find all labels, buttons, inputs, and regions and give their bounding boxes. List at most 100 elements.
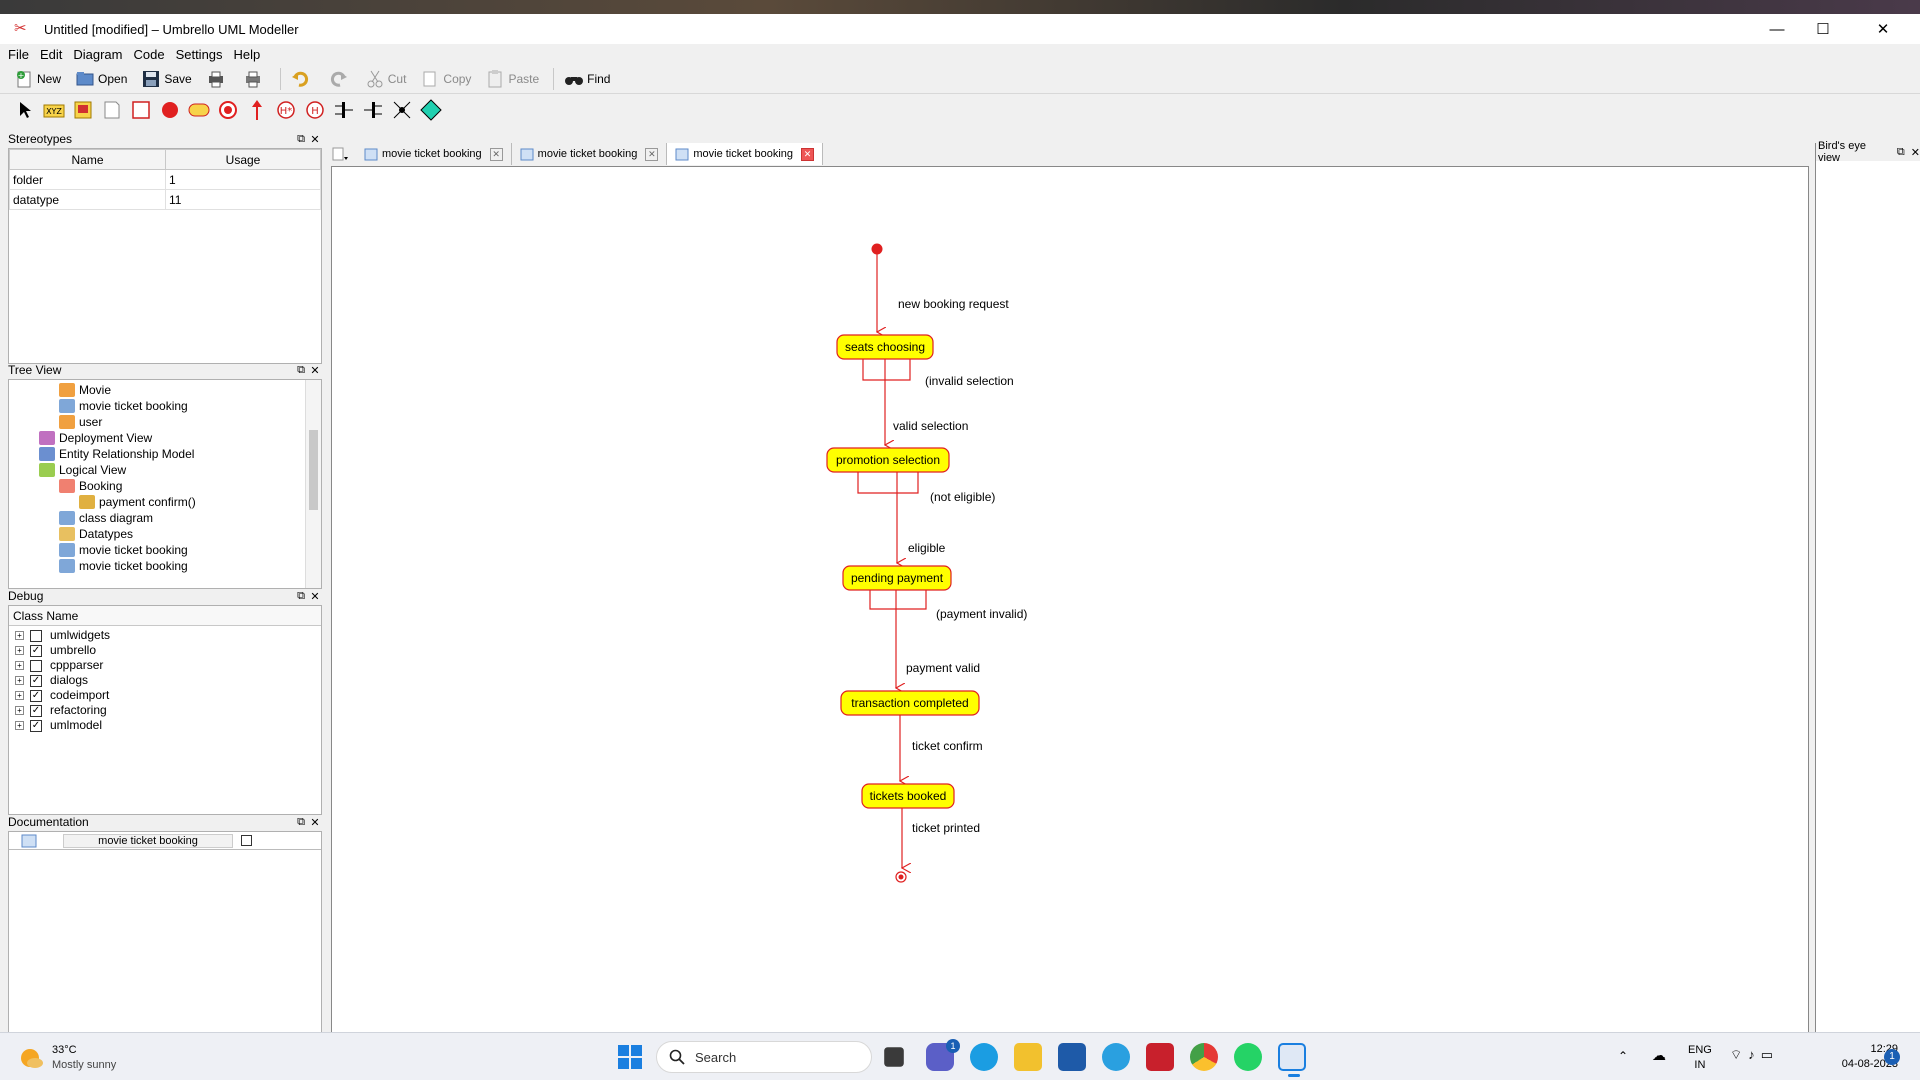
copy-button[interactable]: Copy [420,69,471,89]
language-indicator[interactable]: ENG IN [1688,1043,1712,1073]
tree-item[interactable]: Datatypes [9,526,305,542]
state-transaction-completed[interactable]: transaction completed [840,690,980,716]
expand-icon[interactable]: + [15,691,24,700]
state-pending-payment[interactable]: pending payment [842,565,952,591]
transition-tool[interactable] [246,99,268,121]
close-icon[interactable]: ✕ [308,133,322,146]
state-promotion-selection[interactable]: promotion selection [826,447,950,473]
tree-item[interactable]: payment confirm() [9,494,305,510]
weather-widget[interactable]: 33°C Mostly sunny [18,1043,116,1073]
print-button[interactable] [206,69,229,89]
close-button[interactable]: ✕ [1860,14,1906,44]
close-icon[interactable]: ✕ [308,816,322,829]
debug-checkbox[interactable]: ✓ [30,674,42,687]
file-explorer-icon[interactable] [1014,1043,1042,1071]
debug-item[interactable]: + ✓ umbrello [9,643,321,658]
transition-label[interactable]: ticket printed [912,821,980,835]
transition-label[interactable]: valid selection [893,419,968,433]
tab-list-menu[interactable] [330,143,350,165]
scrollbar-thumb[interactable] [309,430,318,510]
expand-icon[interactable]: + [15,661,24,670]
transition-label[interactable]: payment valid [906,661,980,675]
close-icon[interactable]: ✕ [308,590,322,603]
transition-label[interactable]: (invalid selection [925,374,1014,388]
debug-item[interactable]: + umlwidgets [9,628,321,643]
maximize-button[interactable]: ☐ [1800,14,1846,44]
tree-item[interactable]: user [9,414,305,430]
system-tray[interactable]: ⌔♪▭ [1730,1047,1779,1063]
tree-item[interactable]: Movie [9,382,305,398]
transition-label[interactable]: ticket confirm [912,739,983,753]
expand-icon[interactable]: + [15,646,24,655]
chrome-icon[interactable] [1190,1043,1218,1071]
debug-item[interactable]: + ✓ umlmodel [9,718,321,733]
anchor-tool[interactable]: XYZ [43,99,65,121]
float-icon[interactable]: ⧉ [1897,146,1905,159]
task-view-icon[interactable] [884,1047,904,1067]
debug-checkbox[interactable]: ✓ [30,644,42,657]
initial-state-tool[interactable] [159,99,181,121]
tree-scrollbar[interactable] [305,380,321,588]
tree-item[interactable]: movie ticket booking [9,542,305,558]
table-row[interactable]: folder 1 [9,169,321,190]
shallow-history-tool[interactable]: H [304,99,326,121]
transition-label[interactable]: (not eligible) [930,490,995,504]
debug-checkbox[interactable] [30,629,42,642]
documentation-text-area[interactable] [9,850,321,1040]
menu-file[interactable]: File [8,47,29,62]
expand-icon[interactable]: + [15,706,24,715]
close-icon[interactable]: ✕ [308,364,322,377]
debug-item[interactable]: + cppparser [9,658,321,673]
transition-label[interactable]: eligible [908,541,946,555]
junction-tool[interactable] [391,99,413,121]
float-icon[interactable]: ⧉ [294,133,308,146]
transition-label[interactable]: new booking request [898,297,1009,311]
paste-button[interactable]: Paste [485,69,539,89]
tree-item[interactable]: Booking [9,478,305,494]
debug-checkbox[interactable]: ✓ [30,719,42,732]
print-preview-button[interactable] [243,69,266,89]
cut-button[interactable]: Cut [365,69,406,89]
debug-item[interactable]: + ✓ dialogs [9,673,321,688]
tree-item[interactable]: movie ticket booking [9,398,305,414]
umbrello-taskbar-icon[interactable] [1278,1043,1306,1077]
edge-icon[interactable] [970,1043,998,1071]
deep-history-tool[interactable]: H* [275,99,297,121]
tab-close-icon[interactable]: ✕ [489,147,503,161]
tab-close-icon[interactable]: ✕ [645,147,659,161]
box-tool[interactable] [130,99,152,121]
tab-diagram-3[interactable]: movie ticket booking ✕ [667,143,824,165]
join-tool[interactable] [333,99,355,121]
tree-item[interactable]: Logical View [9,462,305,478]
start-button[interactable] [616,1043,644,1071]
minimize-button[interactable]: — [1754,14,1800,44]
tree-item[interactable]: class diagram [9,510,305,526]
teams-chat-icon[interactable]: 1 [926,1039,960,1071]
tab-diagram-2[interactable]: movie ticket booking ✕ [512,143,668,165]
menu-help[interactable]: Help [234,47,261,62]
find-button[interactable]: Find [564,69,610,89]
help-icon[interactable] [1102,1043,1130,1071]
redo-button[interactable] [328,69,351,89]
debug-column-header[interactable]: Class Name [9,606,321,626]
state-tool[interactable] [188,99,210,121]
expand-icon[interactable]: + [15,721,24,730]
state-seats-choosing[interactable]: seats choosing [836,334,934,360]
debug-checkbox[interactable]: ✓ [30,689,42,702]
fork-tool[interactable] [362,99,384,121]
whatsapp-icon[interactable] [1234,1043,1262,1071]
float-icon[interactable]: ⧉ [294,364,308,377]
open-button[interactable]: Open [75,69,127,89]
expand-icon[interactable]: + [15,631,24,640]
final-state[interactable] [895,871,907,883]
note-tool[interactable] [101,99,123,121]
menu-code[interactable]: Code [133,47,164,62]
expand-icon[interactable]: + [15,676,24,685]
transition-label[interactable]: (payment invalid) [936,607,1027,621]
debug-checkbox[interactable]: ✓ [30,704,42,717]
notification-badge[interactable]: 1 [1884,1049,1900,1065]
taskbar-search[interactable]: Search [656,1041,872,1073]
tree-item[interactable]: movie ticket booking [9,558,305,574]
onedrive-cloud-icon[interactable]: ☁ [1652,1047,1666,1064]
documentation-checkbox[interactable] [241,835,252,846]
